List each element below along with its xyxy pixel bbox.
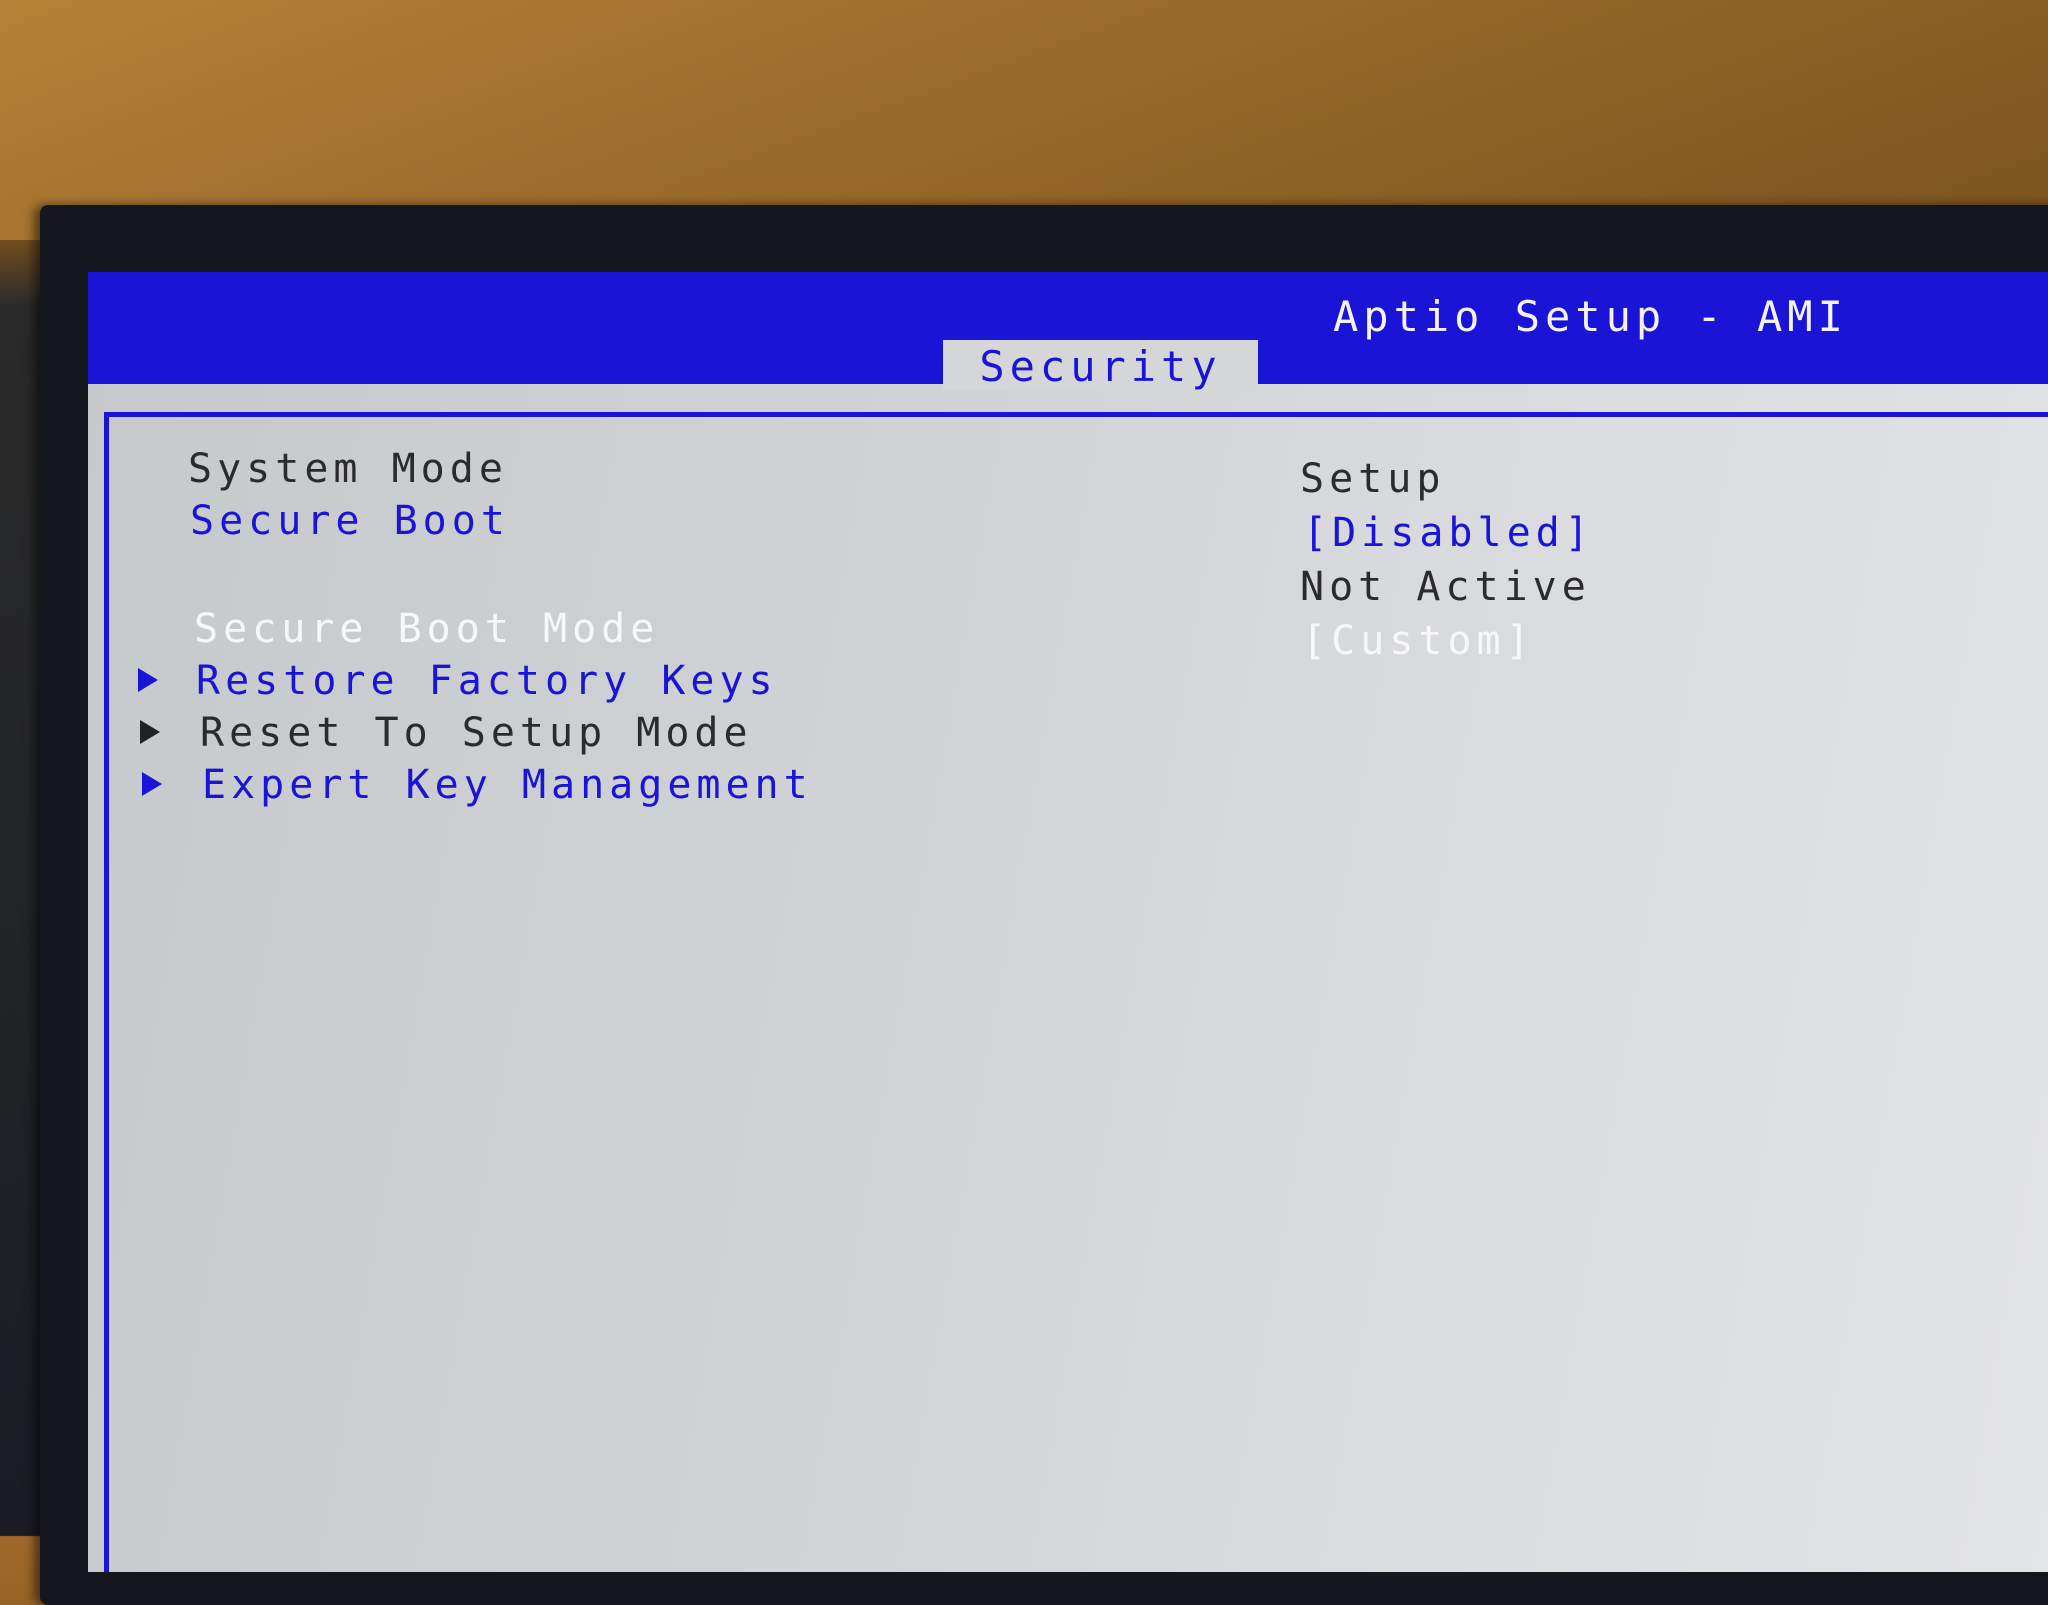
setting-value-secure-boot-status: Not Active xyxy=(1300,564,1591,610)
right-triangle-icon xyxy=(140,720,160,744)
setting-value-secure-boot[interactable]: [Disabled] xyxy=(1303,510,1594,556)
setting-value-secure-boot-mode[interactable]: [Custom] xyxy=(1302,618,1535,664)
submenu-expert-key-management[interactable]: Expert Key Management xyxy=(202,762,813,808)
right-triangle-icon xyxy=(142,772,162,796)
settings-panel xyxy=(104,412,2048,1572)
bios-screen: Aptio Setup - AMI Security System Mode S… xyxy=(88,272,2048,1572)
setting-label-secure-boot-mode: Secure Boot Mode xyxy=(194,606,660,652)
background-wall xyxy=(0,0,2048,240)
tab-security[interactable]: Security xyxy=(943,340,1258,391)
app-title: Aptio Setup - AMI xyxy=(1333,292,1848,341)
setting-label-system-mode: System Mode xyxy=(188,446,508,492)
setting-value-system-mode: Setup xyxy=(1300,456,1446,502)
submenu-reset-to-setup-mode[interactable]: Reset To Setup Mode xyxy=(200,710,753,756)
right-triangle-icon xyxy=(138,668,158,692)
submenu-restore-factory-keys[interactable]: Restore Factory Keys xyxy=(196,658,778,704)
setting-label-secure-boot[interactable]: Secure Boot xyxy=(190,498,510,544)
